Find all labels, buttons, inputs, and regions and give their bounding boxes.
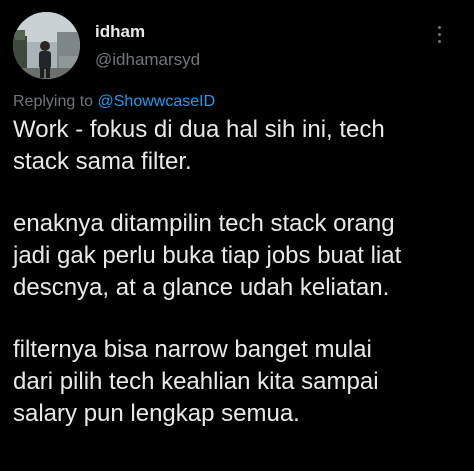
author-name[interactable]: idham	[95, 22, 145, 42]
tweet-card: idham @idhamarsyd Replying to @Showwcase…	[0, 0, 474, 471]
tweet-paragraph: filternya bisa narrow banget mulai dari …	[13, 336, 379, 427]
author-handle[interactable]: @idhamarsyd	[95, 50, 200, 70]
replying-to-label: Replying to	[13, 93, 94, 110]
reply-mention-link[interactable]: @ShowwcaseID	[98, 93, 216, 110]
tweet-text: Work - fokus di dua hal sih ini, tech st…	[13, 114, 468, 430]
avatar-photo	[13, 12, 80, 79]
more-options-icon[interactable]	[430, 22, 448, 48]
more-dot	[437, 33, 441, 36]
more-dot	[437, 40, 441, 43]
more-dot	[437, 26, 441, 29]
avatar[interactable]	[13, 12, 80, 79]
replying-to-line: Replying to @ShowwcaseID	[13, 92, 215, 112]
tweet-paragraph: enaknya ditampilin tech stack orang jadi…	[13, 210, 402, 301]
tweet-paragraph: Work - fokus di dua hal sih ini, tech st…	[13, 116, 385, 175]
